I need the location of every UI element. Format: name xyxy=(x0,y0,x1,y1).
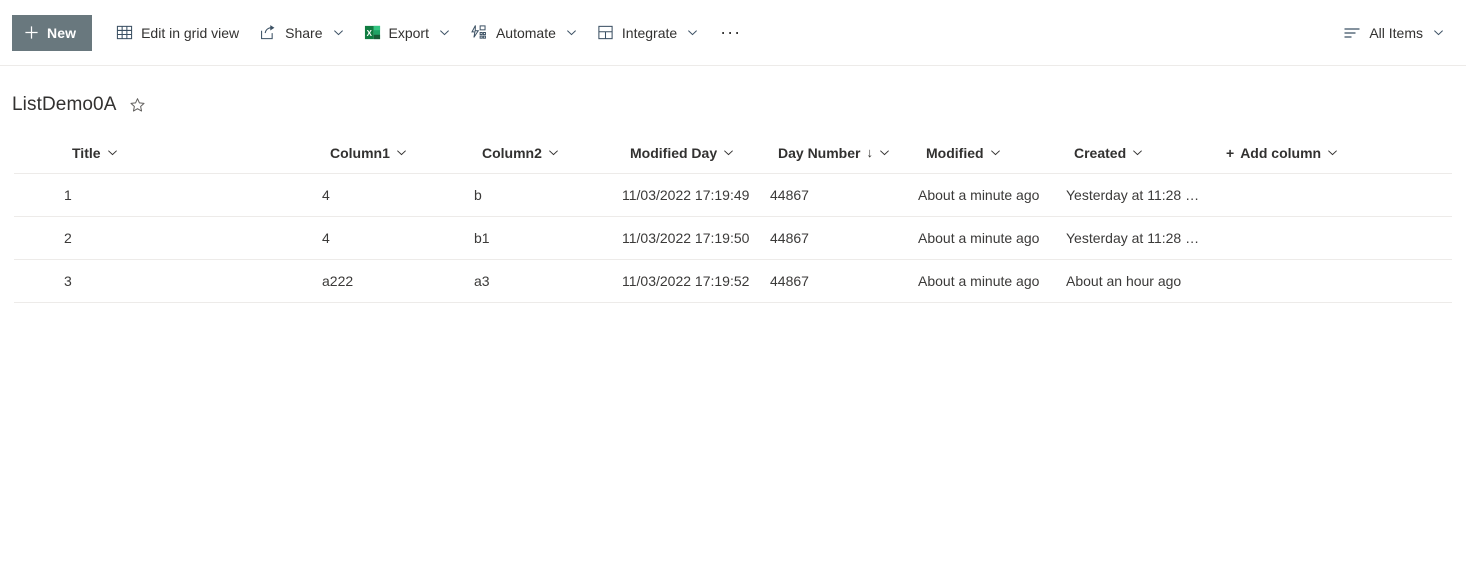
column-header-title-label: Title xyxy=(72,144,101,161)
column-header-column2-label: Column2 xyxy=(482,144,542,161)
chevron-down-icon xyxy=(439,27,450,38)
command-bar-left-group: New Edit in grid view Share X Export Aut… xyxy=(12,13,753,53)
chevron-down-icon xyxy=(333,27,344,38)
column-header-column2-wrap: Column2 xyxy=(466,137,614,169)
export-label: Export xyxy=(388,24,429,41)
integrate-button[interactable]: Integrate xyxy=(587,13,708,53)
cell-created: Yesterday at 11:28 PM xyxy=(1066,187,1207,203)
add-column-label: Add column xyxy=(1240,144,1322,161)
star-icon[interactable] xyxy=(129,97,146,114)
chevron-down-icon xyxy=(879,147,890,158)
column-header-day-number[interactable]: Day Number ↓ xyxy=(770,137,902,169)
chevron-down-icon xyxy=(566,27,577,38)
cell-title: 1 xyxy=(64,187,72,203)
cell-title: 2 xyxy=(64,230,72,246)
chevron-down-icon xyxy=(396,147,407,158)
add-column-wrap: + Add column xyxy=(1210,137,1370,169)
automate-label: Automate xyxy=(495,24,556,41)
automate-icon xyxy=(470,24,488,41)
page-title: ListDemo0A xyxy=(12,94,117,115)
sort-descending-icon: ↓ xyxy=(866,145,873,160)
share-icon xyxy=(259,24,277,41)
column-header-column1-wrap: Column1 xyxy=(314,137,466,169)
cell-column1: 4 xyxy=(322,187,330,203)
column-header-modified-wrap: Modified xyxy=(910,137,1058,169)
cell-created: About an hour ago xyxy=(1066,273,1182,289)
column-header-created[interactable]: Created xyxy=(1066,137,1202,169)
chevron-down-icon xyxy=(1327,147,1338,158)
integrate-icon xyxy=(597,24,614,41)
column-header-column1-label: Column1 xyxy=(330,144,390,161)
cell-modified: About a minute ago xyxy=(918,273,1040,289)
edit-in-grid-view-button[interactable]: Edit in grid view xyxy=(106,13,249,53)
list-view-icon xyxy=(1343,25,1361,41)
cell-modified-day: 11/03/2022 17:19:49 xyxy=(622,187,750,203)
chevron-down-icon xyxy=(1433,27,1444,38)
column-header-modified-day[interactable]: Modified Day xyxy=(622,137,754,169)
table-row[interactable]: 1 4 b 11/03/2022 17:19:49 44867 About a … xyxy=(14,174,1452,217)
plus-icon: + xyxy=(1226,144,1235,161)
share-label: Share xyxy=(285,24,323,41)
svg-text:X: X xyxy=(366,29,372,38)
chevron-down-icon xyxy=(107,147,118,158)
chevron-down-icon xyxy=(687,27,698,38)
add-column-button[interactable]: + Add column xyxy=(1218,137,1362,169)
column-header-title[interactable]: Title xyxy=(64,137,306,169)
ellipsis-icon: ··· xyxy=(720,22,742,42)
grid-icon xyxy=(116,24,133,41)
chevron-down-icon xyxy=(990,147,1001,158)
page-title-row: ListDemo0A xyxy=(0,66,1466,118)
cell-modified: About a minute ago xyxy=(918,187,1040,203)
chevron-down-icon xyxy=(1132,147,1143,158)
share-button[interactable]: Share xyxy=(249,13,353,53)
chevron-down-icon xyxy=(548,147,559,158)
cell-column1: 4 xyxy=(322,230,330,246)
cell-column1: a222 xyxy=(322,273,354,289)
cell-modified-day: 11/03/2022 17:19:52 xyxy=(622,273,750,289)
view-switcher-button[interactable]: All Items xyxy=(1333,13,1454,53)
command-bar-right-group: All Items xyxy=(1333,13,1454,53)
table-row[interactable]: 2 4 b1 11/03/2022 17:19:50 44867 About a… xyxy=(14,217,1452,260)
column-header-day-number-label: Day Number xyxy=(778,144,861,161)
view-switcher-label: All Items xyxy=(1369,24,1423,41)
cell-day-number: 44867 xyxy=(770,230,809,246)
column-header-modified-day-label: Modified Day xyxy=(630,144,718,161)
automate-button[interactable]: Automate xyxy=(460,13,587,53)
column-header-modified-day-wrap: Modified Day xyxy=(614,137,762,169)
cell-column2: a3 xyxy=(474,273,490,289)
chevron-down-icon xyxy=(723,147,734,158)
excel-icon: X xyxy=(364,24,381,41)
integrate-label: Integrate xyxy=(621,24,678,41)
export-button[interactable]: X Export xyxy=(354,13,460,53)
cell-modified: About a minute ago xyxy=(918,230,1040,246)
new-button[interactable]: New xyxy=(12,14,93,51)
cell-modified-day: 11/03/2022 17:19:50 xyxy=(622,230,750,246)
column-header-created-wrap: Created xyxy=(1058,137,1210,169)
more-commands-button[interactable]: ··· xyxy=(708,13,753,53)
plus-icon xyxy=(24,25,39,40)
cell-title: 3 xyxy=(64,273,72,289)
column-header-title-wrap: Title xyxy=(14,137,314,169)
column-header-day-number-wrap: Day Number ↓ xyxy=(762,137,910,169)
column-header-column2[interactable]: Column2 xyxy=(474,137,606,169)
table-row[interactable]: 3 a222 a3 11/03/2022 17:19:52 44867 Abou… xyxy=(14,260,1452,303)
column-header-modified-label: Modified xyxy=(926,144,984,161)
cell-column2: b1 xyxy=(474,230,490,246)
list-view: Title Column1 Column2 Modified Day Day N… xyxy=(0,132,1466,303)
column-header-column1[interactable]: Column1 xyxy=(322,137,458,169)
new-button-label: New xyxy=(47,24,77,41)
cell-created: Yesterday at 11:28 PM xyxy=(1066,230,1207,246)
command-bar: New Edit in grid view Share X Export Aut… xyxy=(0,0,1466,66)
column-header-created-label: Created xyxy=(1074,144,1127,161)
list-header-row: Title Column1 Column2 Modified Day Day N… xyxy=(14,132,1452,174)
cell-day-number: 44867 xyxy=(770,273,809,289)
edit-in-grid-view-label: Edit in grid view xyxy=(141,24,240,41)
cell-column2: b xyxy=(474,187,482,203)
cell-day-number: 44867 xyxy=(770,187,809,203)
column-header-modified[interactable]: Modified xyxy=(918,137,1050,169)
